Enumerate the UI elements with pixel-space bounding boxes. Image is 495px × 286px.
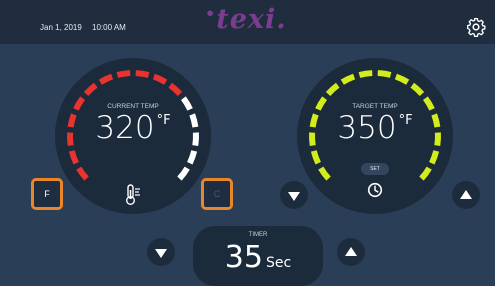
current-temp-dial: CURRENT TEMP 320 °F: [55, 58, 211, 214]
target-temp-arc-segment: [310, 150, 321, 165]
current-temp-arc-segment: [152, 73, 168, 85]
timer-increase-button[interactable]: [337, 238, 365, 266]
date-text: Jan 1, 2019: [40, 23, 82, 32]
chevron-up-icon: [460, 189, 472, 199]
timer-unit: Sec: [265, 255, 292, 271]
current-temp-arc-segment: [168, 82, 183, 96]
timer-value: 35 Sec: [193, 240, 323, 275]
current-temp-arc-segment: [98, 73, 114, 85]
current-temp-number: 320: [95, 110, 155, 146]
gear-icon[interactable]: [466, 17, 486, 37]
target-temp-arc-segment: [429, 150, 440, 165]
current-temp-arc-segment: [76, 166, 89, 181]
target-temp-number: 350: [337, 110, 397, 146]
timer-label: TIMER: [248, 232, 268, 238]
celsius-button[interactable]: C: [201, 178, 233, 210]
target-temp-arc-segment: [325, 82, 340, 96]
target-temp-arc-segment: [318, 166, 331, 181]
date-time: Jan 1, 2019 10:00 AM: [40, 23, 126, 32]
logo-text: texi.: [216, 4, 287, 35]
clock-icon: [367, 182, 383, 198]
logo-mark: •: [205, 4, 217, 23]
target-temp-arc-segment: [394, 73, 410, 85]
target-temp-label: TARGET TEMP: [352, 103, 398, 110]
brand-logo: •texi.: [205, 4, 287, 35]
target-temp-increase-button[interactable]: [452, 181, 480, 209]
current-temp-value: 320 °F: [55, 110, 211, 146]
target-temp-arc-segment: [358, 70, 373, 78]
chevron-down-icon: [155, 248, 167, 258]
chevron-up-icon: [345, 246, 357, 256]
target-temp-arc-segment: [377, 70, 392, 78]
timer-display: TIMER 35 Sec: [193, 226, 323, 286]
target-temp-dial: TARGET TEMP 350 °F SET: [297, 58, 453, 214]
current-temp-arc-segment: [187, 150, 198, 165]
set-button[interactable]: SET: [361, 163, 389, 175]
fahrenheit-button[interactable]: F: [31, 178, 63, 210]
current-temp-arc-segment: [177, 166, 190, 181]
top-bar: Jan 1, 2019 10:00 AM •texi.: [0, 0, 495, 44]
target-temp-unit: °F: [398, 113, 413, 128]
chevron-down-icon: [288, 191, 300, 201]
current-temp-arc-segment: [135, 70, 150, 78]
timer-decrease-button[interactable]: [147, 238, 175, 266]
time-text: 10:00 AM: [92, 23, 126, 32]
target-temp-arc-segment: [419, 166, 432, 181]
current-temp-label: CURRENT TEMP: [107, 103, 159, 110]
current-temp-unit: °F: [156, 113, 171, 128]
thermometer-icon: [123, 184, 143, 206]
current-temp-arc-segment: [83, 82, 98, 96]
timer-number: 35: [224, 240, 263, 275]
target-temp-decrease-button[interactable]: [280, 181, 308, 209]
target-temp-value: 350 °F: [297, 110, 453, 146]
target-temp-arc-segment: [340, 73, 356, 85]
current-temp-arc-segment: [116, 70, 131, 78]
current-temp-arc-segment: [68, 150, 79, 165]
target-temp-arc-segment: [410, 82, 425, 96]
